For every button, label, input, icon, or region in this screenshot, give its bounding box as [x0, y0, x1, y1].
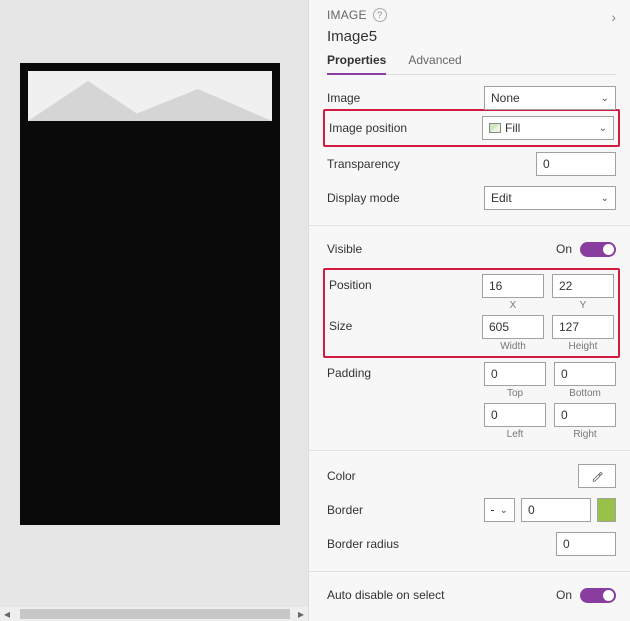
visible-toggle[interactable]: [580, 242, 616, 257]
prop-size: Size Width Height: [329, 311, 614, 356]
prop-border-label: Border: [327, 503, 484, 517]
border-color-swatch[interactable]: [597, 498, 616, 522]
position-y-input[interactable]: [552, 274, 614, 298]
highlight-position-size: Position X Y Size Wid: [323, 268, 620, 358]
prop-display-mode-label: Display mode: [327, 191, 484, 205]
size-width-caption: Width: [500, 341, 526, 352]
chevron-down-icon: ⌄: [500, 505, 508, 516]
image-select[interactable]: None ⌄: [484, 86, 616, 110]
panel-tabs: Properties Advanced: [327, 53, 616, 75]
prop-display-mode: Display mode Edit ⌄: [327, 181, 616, 215]
chevron-down-icon: ⌄: [601, 193, 609, 204]
horizontal-scrollbar[interactable]: ◂ ▸: [0, 607, 308, 621]
toggle-knob: [603, 244, 614, 255]
padding-left-input[interactable]: [484, 403, 546, 427]
object-name: Image5: [327, 22, 616, 51]
expand-icon[interactable]: ›: [611, 9, 616, 25]
auto-disable-state-label: On: [556, 588, 572, 602]
scrollbar-track[interactable]: [14, 607, 294, 621]
prop-padding: Padding Top Bottom Left: [327, 362, 616, 440]
visible-state-label: On: [556, 242, 572, 256]
padding-bottom-input[interactable]: [554, 362, 616, 386]
divider: [309, 225, 630, 226]
prop-auto-disable-label: Auto disable on select: [327, 588, 556, 602]
padding-right-input[interactable]: [554, 403, 616, 427]
color-picker-icon: [591, 470, 603, 482]
fill-mode-icon: [489, 123, 501, 133]
image-select-value: None: [491, 91, 520, 105]
display-mode-value: Edit: [491, 191, 512, 205]
prop-position-label: Position: [329, 274, 482, 292]
image-placeholder: [28, 71, 272, 121]
display-mode-select[interactable]: Edit ⌄: [484, 186, 616, 210]
prop-image-position: Image position Fill ⌄: [329, 111, 614, 145]
prop-auto-disable: Auto disable on select On: [327, 580, 616, 610]
prop-border: Border ⌄: [327, 493, 616, 527]
chevron-down-icon: ⌄: [599, 123, 607, 134]
prop-transparency: Transparency: [327, 147, 616, 181]
position-y-caption: Y: [580, 300, 587, 311]
position-x-caption: X: [510, 300, 517, 311]
prop-color-label: Color: [327, 469, 578, 483]
scroll-left-icon[interactable]: ◂: [0, 607, 14, 621]
border-style-select[interactable]: ⌄: [484, 498, 515, 522]
prop-visible: Visible On: [327, 234, 616, 264]
divider: [309, 450, 630, 451]
prop-padding-label: Padding: [327, 362, 484, 380]
color-picker-button[interactable]: [578, 464, 616, 488]
image-position-select[interactable]: Fill ⌄: [482, 116, 614, 140]
padding-top-caption: Top: [507, 388, 523, 399]
tab-properties[interactable]: Properties: [327, 53, 386, 75]
properties-panel: IMAGE ? › Image5 Properties Advanced Ima…: [308, 0, 630, 621]
prop-position: Position X Y: [329, 270, 614, 311]
padding-top-input[interactable]: [484, 362, 546, 386]
help-icon[interactable]: ?: [373, 8, 387, 22]
tab-advanced[interactable]: Advanced: [408, 53, 461, 74]
mountain-placeholder-icon: [28, 71, 272, 121]
prop-color: Color: [327, 459, 616, 493]
prop-transparency-label: Transparency: [327, 157, 536, 171]
size-height-caption: Height: [569, 341, 598, 352]
prop-border-radius: Border radius: [327, 527, 616, 561]
canvas-control[interactable]: [20, 63, 280, 525]
padding-bottom-caption: Bottom: [569, 388, 601, 399]
prop-size-label: Size: [329, 315, 482, 333]
image-position-value: Fill: [489, 121, 520, 135]
padding-left-caption: Left: [507, 429, 524, 440]
transparency-input[interactable]: [536, 152, 616, 176]
toggle-knob: [603, 590, 614, 601]
position-x-input[interactable]: [482, 274, 544, 298]
chevron-down-icon: ⌄: [601, 93, 609, 104]
panel-section-header: IMAGE ?: [327, 0, 616, 22]
prop-image-position-label: Image position: [329, 121, 482, 135]
padding-right-caption: Right: [573, 429, 596, 440]
scroll-right-icon[interactable]: ▸: [294, 607, 308, 621]
prop-border-radius-label: Border radius: [327, 537, 556, 551]
scrollbar-thumb[interactable]: [20, 609, 290, 619]
canvas-pane: ◂ ▸: [0, 0, 308, 621]
prop-image-label: Image: [327, 91, 484, 105]
line-style-icon: [491, 510, 494, 511]
size-height-input[interactable]: [552, 315, 614, 339]
highlight-image-position: Image position Fill ⌄: [323, 109, 620, 147]
section-title: IMAGE: [327, 8, 367, 22]
divider: [309, 571, 630, 572]
prop-image: Image None ⌄: [327, 75, 616, 109]
size-width-input[interactable]: [482, 315, 544, 339]
auto-disable-toggle[interactable]: [580, 588, 616, 603]
border-radius-input[interactable]: [556, 532, 616, 556]
border-width-input[interactable]: [521, 498, 591, 522]
prop-visible-label: Visible: [327, 242, 556, 256]
